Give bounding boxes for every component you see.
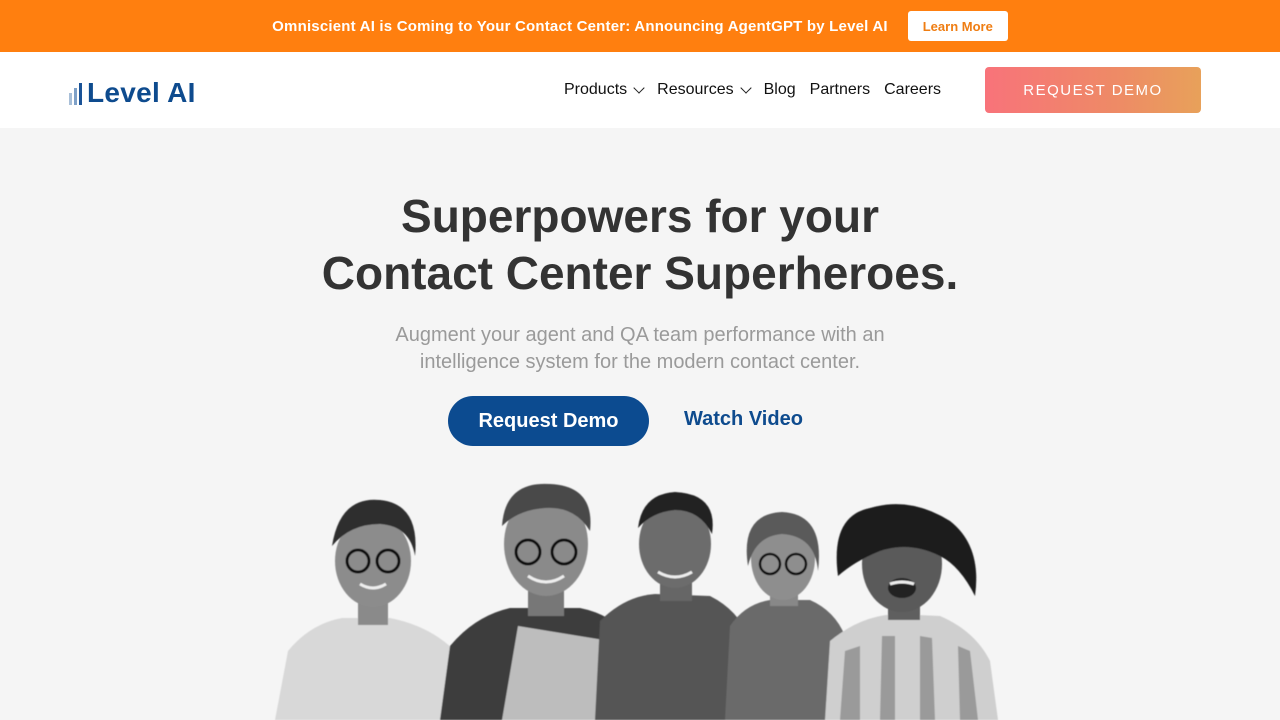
hero-subtitle: Augment your agent and QA team performan… [0, 322, 1280, 376]
nav-item-careers[interactable]: Careers [884, 81, 941, 99]
nav-item-label: Blog [763, 81, 796, 98]
nav-item-label: Products [564, 81, 628, 98]
chevron-down-icon [633, 81, 645, 94]
hero-subtitle-line: Augment your agent and QA team performan… [395, 324, 885, 346]
hero-title: Superpowers for your Contact Center Supe… [0, 188, 1280, 302]
hero-title-line: Superpowers for your [401, 190, 879, 242]
announcement-bar: Omniscient AI is Coming to Your Contact … [0, 0, 1280, 52]
nav-item-label: Partners [809, 81, 871, 98]
person-1-silhouette [275, 499, 470, 720]
nav-item-label: Careers [884, 81, 942, 98]
nav-item-products[interactable]: Products [564, 81, 645, 99]
request-demo-header-button[interactable]: REQUEST DEMO [985, 67, 1201, 113]
person-5-silhouette [825, 504, 998, 720]
logo-text: Level AI [87, 77, 196, 108]
nav-item-blog[interactable]: Blog [764, 81, 796, 99]
header: Level AI Products Resources Blog Partner… [0, 52, 1280, 128]
main-nav: Products Resources Blog Partners Careers [564, 81, 941, 99]
team-photo [275, 483, 998, 720]
hero-title-line: Contact Center Superheroes. [321, 247, 959, 299]
nav-item-label: Resources [657, 81, 734, 98]
hero-subtitle-line: intelligence system for the modern conta… [419, 351, 861, 373]
nav-item-resources[interactable]: Resources [657, 81, 752, 99]
watch-video-link[interactable]: Watch Video [684, 408, 803, 431]
learn-more-button[interactable]: Learn More [907, 11, 1008, 41]
logo-bars-icon [69, 81, 82, 105]
chevron-down-icon [739, 81, 752, 94]
request-demo-button[interactable]: Request Demo [448, 396, 649, 446]
announcement-text: Omniscient AI is Coming to Your Contact … [272, 17, 888, 35]
nav-item-partners[interactable]: Partners [810, 81, 870, 99]
logo[interactable]: Level AI [69, 77, 196, 107]
